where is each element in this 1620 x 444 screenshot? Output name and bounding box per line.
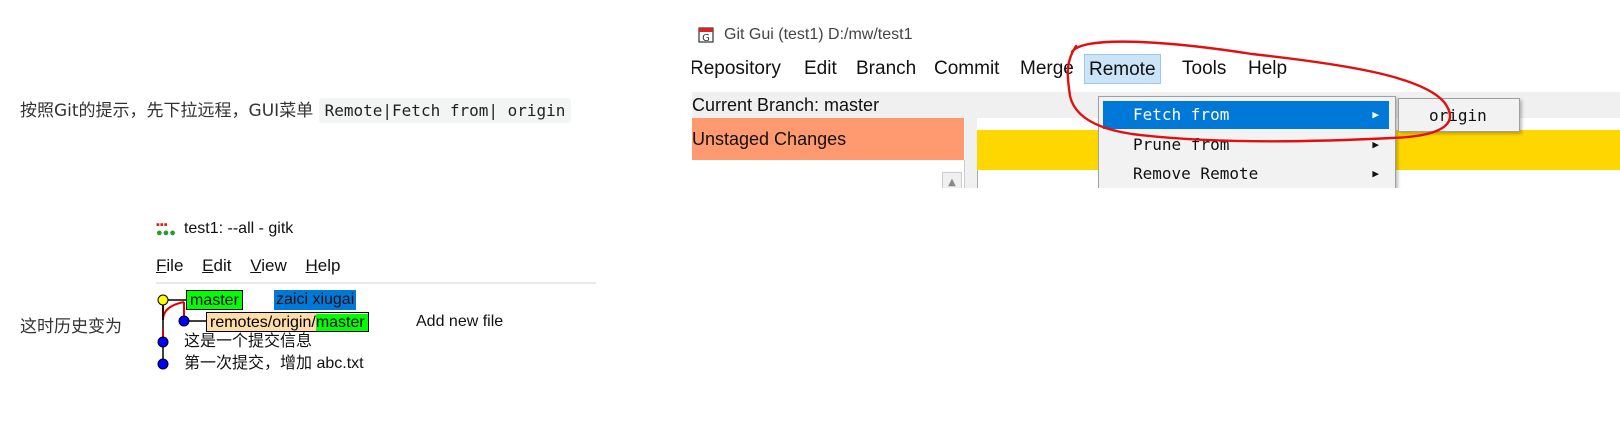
gitk-menu-view[interactable]: View bbox=[250, 256, 287, 276]
submenu-arrow-icon: ▶ bbox=[1372, 167, 1379, 180]
remote-dropdown-menu: Fetch from ▶ Prune from ▶ Remove Remote … bbox=[1098, 96, 1396, 188]
menu-commit[interactable]: Commit bbox=[934, 54, 999, 84]
pane-divider[interactable] bbox=[965, 118, 977, 188]
fetch-from-label: Fetch from bbox=[1133, 105, 1230, 124]
menu-item-prune-from[interactable]: Prune from ▶ bbox=[1103, 131, 1389, 159]
current-branch-label: Current Branch: master bbox=[692, 92, 1102, 118]
git-gui-titlebar: G Git Gui (test1) D:/mw/test1 bbox=[698, 22, 912, 48]
svg-text:G: G bbox=[702, 33, 710, 43]
commit-message-selected[interactable]: zaici xiugai bbox=[274, 290, 357, 310]
commit-message[interactable]: 第一次提交，增加 abc.txt bbox=[184, 354, 364, 374]
submenu-item-origin[interactable]: origin bbox=[1398, 98, 1520, 132]
commit-graph: master zaici xiugai remotes/origin/maste… bbox=[156, 286, 596, 386]
commit-message[interactable]: Add new file bbox=[416, 312, 503, 332]
gitk-logo-icon: ▪▪▪ ●●● bbox=[156, 219, 176, 239]
menu-repository[interactable]: Repository bbox=[692, 54, 781, 84]
scroll-up-icon[interactable]: ▲ bbox=[942, 172, 962, 188]
remote-branch-tag[interactable]: remotes/origin/master bbox=[206, 312, 369, 332]
submenu-arrow-icon: ▶ bbox=[1372, 138, 1379, 151]
commit-message[interactable]: 这是一个提交信息 bbox=[184, 332, 312, 352]
commit-node[interactable] bbox=[157, 358, 169, 370]
menu-tools[interactable]: Tools bbox=[1182, 54, 1226, 84]
remote-branch-name: master bbox=[315, 314, 368, 331]
gitk-menu-file[interactable]: File bbox=[156, 256, 183, 276]
branch-tag-master[interactable]: master bbox=[186, 290, 243, 310]
remove-remote-label: Remove Remote bbox=[1133, 164, 1259, 183]
menu-path-code: Remote|Fetch from| origin bbox=[318, 98, 572, 123]
gitk-menu-help[interactable]: Help bbox=[305, 256, 340, 276]
history-paragraph: 这时历史变为 bbox=[20, 317, 122, 337]
menu-merge[interactable]: Merge bbox=[1020, 54, 1074, 84]
gitk-screenshot: ▪▪▪ ●●● test1: --all - gitk File Edit Vie… bbox=[156, 216, 596, 386]
git-gui-menubar: Repository Edit Branch Commit Merge Remo… bbox=[692, 54, 1620, 84]
unstaged-file-list bbox=[692, 160, 965, 188]
head-commit-node[interactable] bbox=[157, 294, 169, 306]
gitk-titlebar: ▪▪▪ ●●● test1: --all - gitk bbox=[156, 219, 294, 239]
gitk-menubar: File Edit View Help bbox=[156, 256, 354, 276]
commit-node[interactable] bbox=[178, 315, 190, 327]
gitk-title: test1: --all - gitk bbox=[183, 220, 294, 237]
menu-item-remove-remote[interactable]: Remove Remote ▶ bbox=[1103, 160, 1389, 188]
prune-from-label: Prune from bbox=[1133, 135, 1230, 154]
remote-prefix: remotes/origin/ bbox=[210, 314, 316, 331]
gitk-menu-edit[interactable]: Edit bbox=[202, 256, 231, 276]
git-gui-title: Git Gui (test1) D:/mw/test1 bbox=[724, 26, 913, 43]
menu-remote[interactable]: Remote bbox=[1084, 54, 1161, 84]
git-gui-logo-icon: G bbox=[698, 27, 714, 43]
menu-item-fetch-from[interactable]: Fetch from ▶ bbox=[1103, 101, 1389, 129]
menu-help[interactable]: Help bbox=[1248, 54, 1287, 84]
menu-branch[interactable]: Branch bbox=[856, 54, 916, 84]
instruction-paragraph: 按照Git的提示，先下拉远程，GUI菜单 Remote|Fetch from| … bbox=[20, 96, 572, 123]
menubar-divider bbox=[156, 282, 596, 284]
menu-edit[interactable]: Edit bbox=[804, 54, 837, 84]
instruction-text: 按照Git的提示，先下拉远程，GUI菜单 bbox=[20, 101, 314, 121]
unstaged-changes-header: Unstaged Changes bbox=[692, 118, 964, 161]
submenu-arrow-icon: ▶ bbox=[1372, 108, 1379, 121]
commit-node[interactable] bbox=[157, 336, 169, 348]
git-gui-screenshot: G Git Gui (test1) D:/mw/test1 Repository… bbox=[692, 18, 1620, 188]
